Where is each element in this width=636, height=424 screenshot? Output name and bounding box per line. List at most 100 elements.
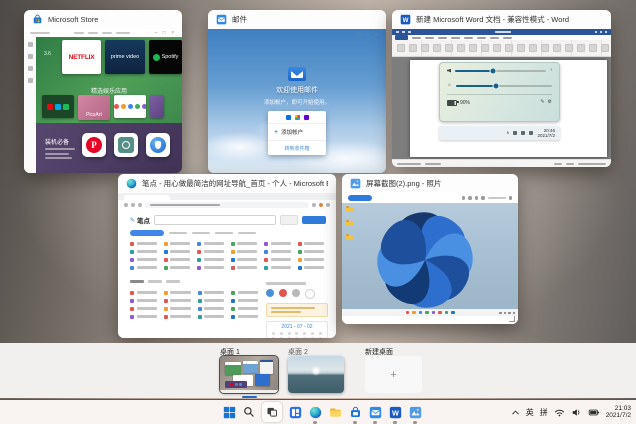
desktop-2-thumbnail[interactable] bbox=[288, 356, 344, 393]
chevron-up-icon[interactable] bbox=[511, 408, 520, 417]
ime-language-indicator[interactable]: 英 bbox=[526, 407, 534, 418]
photos-footer bbox=[342, 316, 518, 324]
screenshot-taskbar-strip: ∧ 20:46 2021/7/2 bbox=[439, 126, 560, 140]
ribbon-button bbox=[565, 44, 573, 52]
window-mail[interactable]: 邮件 – □ × 欢迎使用邮件 添加帐户，即可开始使用。 + 添加帐户 bbox=[208, 10, 386, 173]
mail-welcome-subtitle: 添加帐户，即可开始使用。 bbox=[264, 98, 330, 106]
brightness-slider-row: ☼ bbox=[440, 78, 559, 93]
add-account-button[interactable]: + 添加帐户 bbox=[268, 124, 326, 141]
ribbon-button bbox=[517, 44, 525, 52]
ribbon-button bbox=[589, 44, 597, 52]
window-edge[interactable]: 笔点 - 用心做最简洁的网址导航_首页 - 个人 - Microsoft Edg… bbox=[118, 174, 336, 338]
window-word[interactable]: W 新建 Microsoft Word 文档 - 兼容性模式 - Word bbox=[392, 10, 611, 167]
taskbar-store-button[interactable] bbox=[348, 402, 362, 422]
link-item bbox=[197, 257, 224, 262]
picsart-card: PicsArt bbox=[78, 95, 110, 120]
edge-icon bbox=[126, 178, 137, 189]
window-photos[interactable]: 屏幕截图(2).png - 照片 bbox=[342, 174, 518, 324]
office-app-dot bbox=[135, 104, 140, 109]
calendar-day bbox=[319, 337, 322, 338]
mail-app-window-controls: – □ × bbox=[359, 32, 381, 38]
yahoo-provider-icon bbox=[304, 115, 309, 120]
site-name: 笔点 bbox=[137, 215, 150, 225]
mail-welcome-envelope-icon bbox=[288, 67, 306, 81]
search-button[interactable] bbox=[242, 402, 256, 422]
start-button[interactable] bbox=[222, 402, 236, 422]
mail-window-title: 邮件 bbox=[232, 14, 247, 25]
word-page: › ☼ 90% ✎ bbox=[410, 60, 607, 157]
link-item bbox=[298, 249, 325, 254]
link-item bbox=[130, 249, 157, 254]
window-microsoft-store[interactable]: Microsoft Store – □ × 3.6 NETFLIX prime … bbox=[24, 10, 182, 173]
battery-icon[interactable] bbox=[588, 407, 600, 418]
store-window-titlebar: Microsoft Store bbox=[24, 10, 182, 29]
link-item bbox=[231, 298, 258, 303]
link-item bbox=[198, 290, 225, 295]
new-desktop-button[interactable]: + bbox=[365, 356, 422, 393]
prime-video-tile: prime video bbox=[105, 40, 145, 74]
store-icon bbox=[32, 14, 43, 25]
more-icon bbox=[509, 196, 513, 200]
folder-icon bbox=[346, 221, 353, 226]
widgets-button[interactable] bbox=[288, 402, 302, 422]
svg-text:W: W bbox=[392, 408, 399, 417]
photos-icon bbox=[409, 406, 422, 419]
link-item bbox=[164, 314, 191, 319]
volume-icon[interactable] bbox=[571, 407, 582, 418]
back-icon bbox=[124, 203, 128, 207]
calendar-day bbox=[311, 332, 314, 335]
forward-icon bbox=[131, 203, 135, 207]
screenshot-taskbar-icon bbox=[451, 311, 455, 315]
plus-icon: + bbox=[274, 130, 278, 135]
taskbar-edge-button[interactable] bbox=[308, 402, 322, 422]
link-item bbox=[298, 257, 325, 262]
pinterest-tile: P bbox=[82, 133, 106, 157]
embedded-screenshot: › ☼ 90% ✎ bbox=[439, 62, 560, 140]
site-link-grid-secondary bbox=[130, 290, 258, 319]
photos-icon bbox=[350, 178, 361, 189]
windows-bloom-wallpaper bbox=[370, 205, 480, 315]
ribbon-button bbox=[397, 44, 405, 52]
mail-icon bbox=[369, 406, 382, 419]
link-item bbox=[130, 298, 157, 303]
plus-icon: + bbox=[390, 369, 396, 381]
goto-inbox-link[interactable]: 转到收件箱 bbox=[268, 141, 326, 155]
link-item bbox=[298, 241, 325, 246]
word-window-title: 新建 Microsoft Word 文档 - 兼容性模式 - Word bbox=[416, 14, 569, 25]
svg-text:W: W bbox=[403, 17, 409, 24]
active-category-pill bbox=[130, 230, 164, 236]
taskbar-photos-button[interactable] bbox=[408, 402, 422, 422]
pen-logo-icon: ✎ bbox=[130, 217, 135, 224]
task-view-button[interactable] bbox=[262, 402, 282, 422]
link-item bbox=[130, 257, 157, 262]
wifi-icon[interactable] bbox=[554, 407, 565, 418]
link-item bbox=[164, 290, 191, 295]
link-item bbox=[197, 265, 224, 270]
screenshot-taskbar-icon bbox=[432, 311, 436, 315]
ribbon-button bbox=[469, 44, 477, 52]
battery-percent: 90% bbox=[460, 100, 470, 106]
site-search-input bbox=[154, 215, 276, 226]
store-nav-home-icon bbox=[28, 42, 33, 47]
photos-primary-button bbox=[348, 195, 372, 201]
file-explorer-icon bbox=[329, 406, 342, 419]
link-item bbox=[298, 265, 325, 270]
taskbar-word-button[interactable]: W bbox=[388, 402, 402, 422]
taskbar-mail-button[interactable] bbox=[368, 402, 382, 422]
store-app-window-controls: – □ × bbox=[155, 30, 177, 36]
taskbar: W 英 拼 bbox=[0, 400, 636, 424]
file-explorer-button[interactable] bbox=[328, 402, 342, 422]
outlook-provider-icon bbox=[286, 115, 291, 120]
edge-window-titlebar: 笔点 - 用心做最简洁的网址导航_首页 - 个人 - Microsoft Edg… bbox=[118, 174, 336, 193]
site-primary-button bbox=[302, 216, 326, 225]
site-section-tabs bbox=[130, 280, 180, 283]
store-icon bbox=[349, 406, 362, 419]
ribbon-button bbox=[481, 44, 489, 52]
word-document-area: › ☼ 90% ✎ bbox=[392, 57, 611, 160]
windows-logo-icon bbox=[223, 406, 236, 419]
sidebar-social-icons bbox=[266, 289, 328, 299]
taskbar-clock[interactable]: 21:03 2021/7/2 bbox=[606, 405, 631, 420]
partial-card bbox=[150, 95, 164, 118]
desktop-1-thumbnail[interactable] bbox=[220, 356, 278, 393]
ime-mode-indicator[interactable]: 拼 bbox=[540, 407, 548, 418]
